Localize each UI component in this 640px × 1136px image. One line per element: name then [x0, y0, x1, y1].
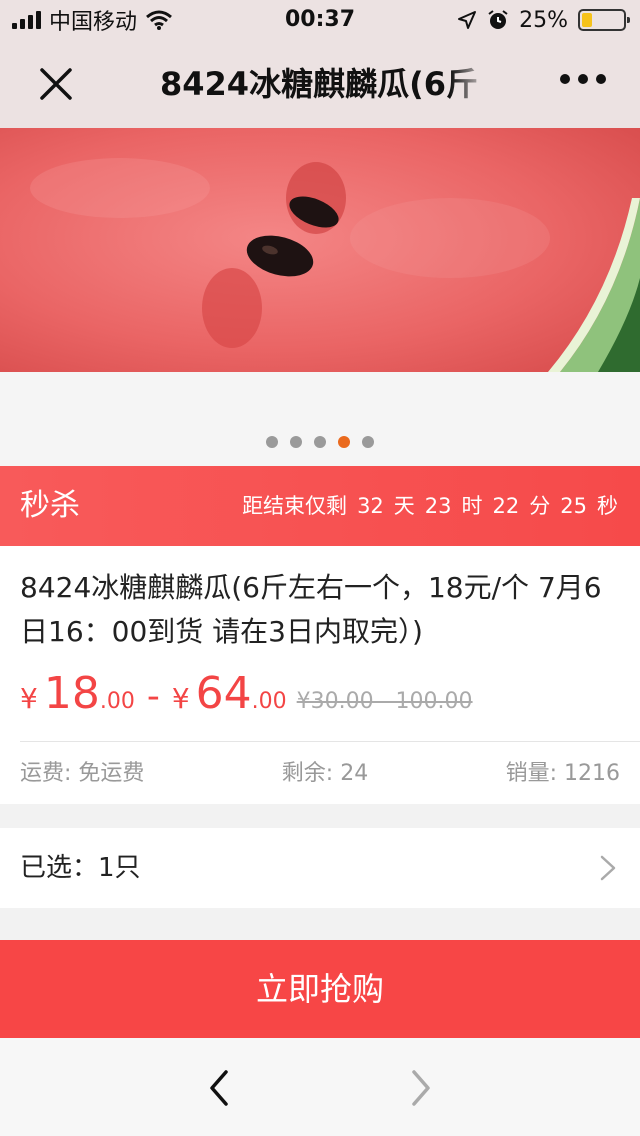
- countdown-days-unit: 天: [393, 494, 415, 518]
- product-image[interactable]: [0, 128, 640, 372]
- browser-bottom-bar: [0, 1038, 640, 1136]
- chevron-right-icon[interactable]: [400, 1068, 440, 1108]
- product-info: 8424冰糖麒麟瓜(6斤左右一个，18元/个 7月6日16：00到货 请在3日内…: [0, 546, 640, 804]
- countdown-hours-unit: 时: [461, 494, 483, 518]
- more-dots-icon[interactable]: [560, 74, 606, 84]
- price-low-decimal: .00: [99, 689, 135, 714]
- countdown-hours: 23: [424, 494, 452, 518]
- status-right: 25%: [457, 0, 630, 40]
- currency-symbol: ¥: [20, 682, 38, 715]
- sku-selection-row[interactable]: 已选：1只: [0, 828, 640, 908]
- gallery-dot[interactable]: [314, 436, 326, 448]
- selection-label: 已选：1只: [20, 853, 141, 883]
- location-arrow-icon: [458, 11, 477, 29]
- gallery-dot[interactable]: [290, 436, 302, 448]
- countdown-seconds-unit: 秒: [597, 494, 618, 518]
- watermelon-image: [0, 128, 640, 372]
- product-meta: 运费: 免运费 剩余: 24 销量: 1216: [20, 756, 620, 792]
- gallery-dot[interactable]: [266, 436, 278, 448]
- battery-percent: 25%: [519, 7, 568, 33]
- battery-fill: [582, 13, 592, 27]
- gallery-indicator-area: [0, 372, 640, 466]
- nav-bar: 8424冰糖麒麟瓜(6斤: [0, 40, 640, 128]
- status-bar: 中国移动 00:37 25%: [0, 0, 640, 40]
- price-high-decimal: .00: [251, 689, 287, 714]
- countdown-minutes-unit: 分: [529, 494, 551, 518]
- stock-info: 剩余: 24: [281, 761, 369, 786]
- countdown-days: 32: [357, 494, 384, 518]
- divider: [20, 741, 640, 742]
- sales-info: 销量: 1216: [505, 761, 620, 786]
- page-title: 8424冰糖麒麟瓜(6斤: [160, 40, 490, 128]
- gallery-dot[interactable]: [362, 436, 374, 448]
- chevron-right-icon: [600, 855, 616, 881]
- shipping-info: 运费: 免运费: [20, 761, 145, 786]
- countdown-prefix: 距结束仅剩: [242, 494, 348, 518]
- countdown: 距结束仅剩 32 天 23 时 22 分 25 秒: [242, 466, 618, 546]
- close-icon[interactable]: [34, 62, 78, 106]
- chevron-left-icon[interactable]: [200, 1068, 240, 1108]
- countdown-seconds: 25: [560, 494, 587, 518]
- product-title: 8424冰糖麒麟瓜(6斤左右一个，18元/个 7月6日16：00到货 请在3日内…: [20, 571, 602, 648]
- battery-icon: [578, 9, 630, 31]
- countdown-minutes: 22: [492, 494, 520, 518]
- original-price: ¥30.00 - 100.00: [296, 689, 473, 714]
- alarm-clock-icon: [488, 10, 508, 29]
- gallery-dots: [0, 436, 640, 448]
- flash-sale-label: 秒杀: [20, 488, 80, 523]
- price-separator: -: [146, 676, 160, 717]
- price-high-integer: 64: [195, 668, 252, 719]
- flash-sale-bar: 秒杀 距结束仅剩 32 天 23 时 22 分 25 秒: [0, 466, 640, 546]
- gallery-dot-active[interactable]: [338, 436, 350, 448]
- price-low-integer: 18: [43, 668, 100, 719]
- currency-symbol: ¥: [171, 682, 190, 715]
- price-range: ¥ 18 .00 - ¥ 64 .00 ¥30.00 - 100.00: [20, 668, 473, 728]
- buy-now-button[interactable]: 立即抢购: [0, 940, 640, 1038]
